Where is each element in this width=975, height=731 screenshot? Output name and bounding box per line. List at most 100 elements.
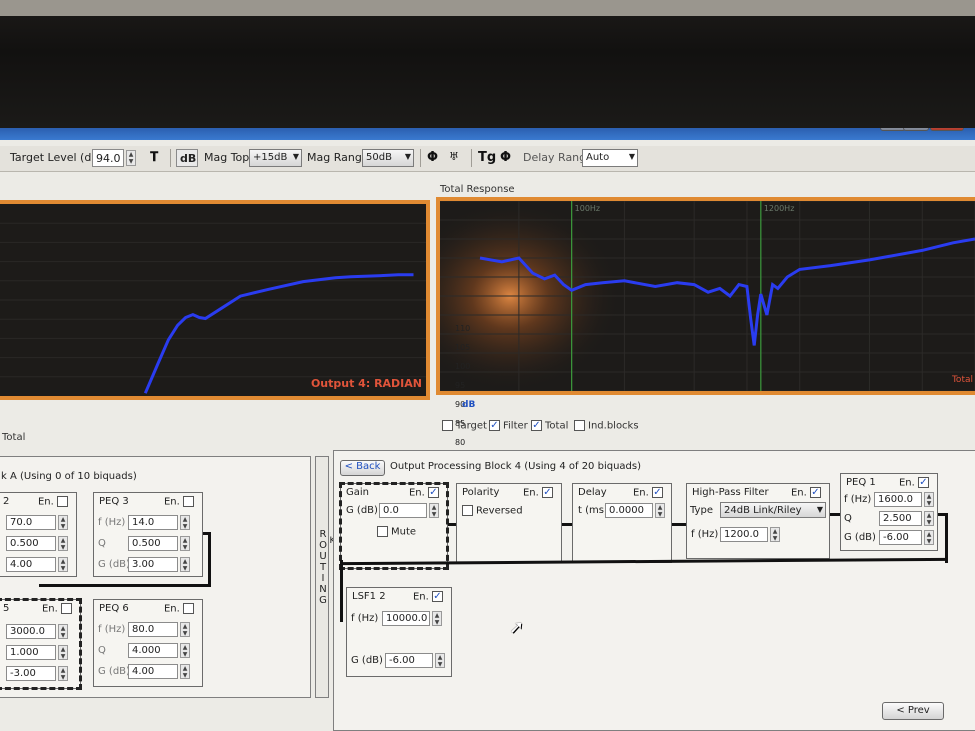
peq-block-6[interactable]: PEQ 6 En. f (Hz) 80.0 ▲ ▼ Q 4.000 ▲ ▼ G (d…	[93, 599, 203, 687]
y-tick-label: 110	[455, 324, 471, 333]
delay-input[interactable]: 0.0000	[605, 503, 653, 518]
left-response-curve	[143, 273, 414, 394]
enable-toggle[interactable]: En. ✓	[899, 477, 932, 489]
gain-input[interactable]: 4.00	[6, 557, 56, 572]
phase-delay-icon[interactable]: Φ	[500, 150, 511, 165]
filter-checkbox[interactable]: ✓ Filter	[489, 420, 528, 432]
enable-toggle[interactable]: En.	[164, 496, 197, 508]
block-title: Gain	[346, 487, 369, 498]
gain-input[interactable]: -3.00	[6, 666, 56, 681]
phase-icon[interactable]: Φ	[427, 150, 438, 165]
q-spinner[interactable]: ▲ ▼	[58, 536, 68, 551]
peq-block-2[interactable]: 2 En. 70.0 ▲ ▼ 0.500 ▲ ▼ 4.00 ▲ ▼	[0, 492, 77, 577]
enable-toggle[interactable]: En. ✓	[791, 487, 824, 499]
frequency-input[interactable]: 1200.0	[720, 527, 768, 542]
polarity-block[interactable]: Polarity En. ✓ Reversed	[456, 483, 562, 563]
enable-toggle[interactable]: En. ✓	[633, 487, 666, 499]
high-pass-filter-block[interactable]: High-Pass Filter En. ✓ Type 24dB Link/Ri…	[686, 483, 830, 559]
ind-blocks-checkbox[interactable]: Ind.blocks	[574, 420, 639, 432]
mute-checkbox[interactable]: Mute	[377, 526, 416, 538]
wrap-icon[interactable]: ♅	[449, 150, 459, 163]
routing-bar[interactable]: ROUTING	[315, 456, 329, 698]
close-button[interactable]: ×	[930, 128, 964, 131]
q-spinner[interactable]: ▲ ▼	[180, 536, 190, 551]
target-level-spinner[interactable]: ▲ ▼	[126, 150, 136, 166]
enable-toggle[interactable]: En.	[38, 496, 71, 508]
gain-input[interactable]: -6.00	[879, 530, 922, 545]
gain-block[interactable]: Gain En. ✓ G (dB) 0.0 ▲ ▼ Mute	[339, 482, 449, 570]
frequency-input[interactable]: 3000.0	[6, 624, 56, 639]
frequency-spinner[interactable]: ▲ ▼	[58, 624, 68, 639]
frequency-spinner[interactable]: ▲ ▼	[770, 527, 780, 542]
block-title: Delay	[578, 487, 607, 498]
q-input[interactable]: 1.000	[6, 645, 56, 660]
frequency-spinner[interactable]: ▲ ▼	[180, 515, 190, 530]
frequency-input[interactable]: 14.0	[128, 515, 178, 530]
frequency-spinner[interactable]: ▲ ▼	[180, 622, 190, 637]
q-spinner[interactable]: ▲ ▼	[180, 643, 190, 658]
delay-label: t (ms)	[578, 505, 608, 516]
gain-input[interactable]: 0.0	[379, 503, 427, 518]
delay-block[interactable]: Delay En. ✓ t (ms) 0.0000 ▲ ▼	[572, 483, 672, 563]
y-tick-label: 105	[455, 343, 471, 352]
q-spinner[interactable]: ▲ ▼	[58, 645, 68, 660]
enable-toggle[interactable]: En. ✓	[409, 487, 442, 499]
total-checkbox[interactable]: ✓ Total	[531, 420, 568, 432]
gain-spinner[interactable]: ▲ ▼	[924, 530, 934, 545]
q-input[interactable]: 0.500	[128, 536, 178, 551]
enable-toggle[interactable]: En. ✓	[413, 591, 446, 603]
peq-1-block[interactable]: PEQ 1 En. ✓ f (Hz) 1600.0 ▲ ▼ Q 2.500 ▲ ▼ …	[840, 473, 938, 551]
left-graph-plot	[0, 222, 426, 394]
frequency-label: f (Hz)	[351, 613, 379, 624]
prev-button[interactable]: < Prev	[882, 702, 944, 720]
gain-spinner[interactable]: ▲ ▼	[435, 653, 445, 668]
target-level-input[interactable]: 94.0	[92, 149, 124, 167]
filter-type-select[interactable]: 24dB Link/Riley ▼	[720, 502, 826, 518]
target-checkbox[interactable]: Target	[442, 420, 487, 432]
gain-input[interactable]: -6.00	[385, 653, 433, 668]
reversed-checkbox[interactable]: Reversed	[462, 505, 523, 517]
enable-toggle[interactable]: En.	[164, 603, 197, 615]
enable-toggle[interactable]: En. ✓	[523, 487, 556, 499]
frequency-input[interactable]: 80.0	[128, 622, 178, 637]
mag-range-select[interactable]: 50dB ▼	[362, 149, 414, 167]
separator	[420, 149, 421, 167]
frequency-spinner[interactable]: ▲ ▼	[58, 515, 68, 530]
gain-spinner[interactable]: ▲ ▼	[58, 557, 68, 572]
gain-spinner[interactable]: ▲ ▼	[58, 666, 68, 681]
db-toggle-button[interactable]: dB	[176, 149, 198, 167]
corner-total-label: Total	[951, 375, 973, 385]
q-input[interactable]: 0.500	[6, 536, 56, 551]
target-icon[interactable]: 𝐓	[150, 150, 158, 165]
application-window: _ □ × Target Level (dB) 94.0 ▲▼ 𝐓 dB Mag…	[0, 128, 975, 731]
peq-block-3[interactable]: PEQ 3 En. f (Hz) 14.0 ▲ ▼ Q 0.500 ▲ ▼ G (d…	[93, 492, 203, 577]
gain-spinner[interactable]: ▲ ▼	[180, 664, 190, 679]
frequency-input[interactable]: 70.0	[6, 515, 56, 530]
frequency-input[interactable]: 10000.0	[382, 611, 430, 626]
enable-toggle[interactable]: En.	[42, 603, 75, 615]
signal-wire	[945, 513, 948, 563]
group-delay-button[interactable]: Tg	[478, 150, 496, 165]
q-spinner[interactable]: ▲ ▼	[924, 511, 934, 526]
left-processing-panel: k A (Using 0 of 10 biquads) 2 En. 70.0 ▲…	[0, 456, 311, 698]
gain-spinner[interactable]: ▲ ▼	[429, 503, 439, 518]
gain-label: G (dB)	[844, 532, 876, 543]
back-button[interactable]: < Back	[340, 460, 385, 476]
title-bar	[0, 128, 975, 140]
frequency-spinner[interactable]: ▲ ▼	[432, 611, 442, 626]
gain-spinner[interactable]: ▲ ▼	[180, 557, 190, 572]
total-response-plot: 100Hz 1200Hz	[440, 201, 975, 391]
gain-input[interactable]: 3.00	[128, 557, 178, 572]
delay-spinner[interactable]: ▲ ▼	[655, 503, 665, 518]
mag-top-select[interactable]: +15dB ▼	[249, 149, 302, 167]
lsf1-2-block[interactable]: LSF1 2 En. ✓ f (Hz) 10000.0 ▲ ▼ G (dB) -6…	[346, 587, 452, 677]
gain-input[interactable]: 4.00	[128, 664, 178, 679]
frequency-spinner[interactable]: ▲ ▼	[924, 492, 934, 507]
frequency-input[interactable]: 1600.0	[874, 492, 922, 507]
maximize-button[interactable]: □	[903, 128, 929, 131]
delay-range-select[interactable]: Auto ▼	[582, 149, 638, 167]
q-input[interactable]: 4.000	[128, 643, 178, 658]
q-input[interactable]: 2.500	[879, 511, 922, 526]
frequency-label: f (Hz)	[98, 624, 126, 635]
peq-block-5[interactable]: 5 En. 3000.0 ▲ ▼ 1.000 ▲ ▼ -3.00 ▲ ▼	[0, 598, 82, 690]
